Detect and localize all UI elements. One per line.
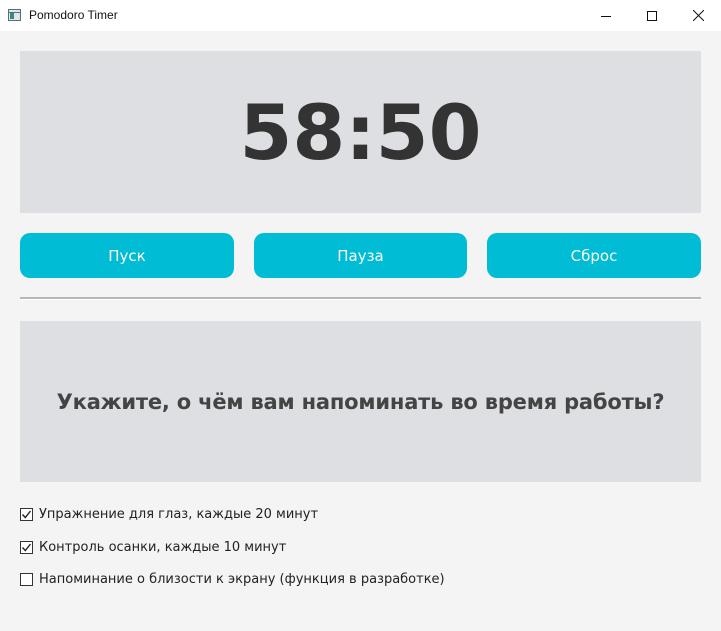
maximize-button[interactable]: [629, 0, 675, 31]
maximize-icon: [647, 10, 657, 21]
reminder-option-posture[interactable]: Контроль осанки, каждые 10 минут: [20, 538, 286, 556]
timer-display: 58:50: [239, 87, 482, 177]
reminder-heading: Укажите, о чём вам напоминать во время р…: [56, 389, 665, 414]
reminder-option-screen-distance[interactable]: Напоминание о близости к экрану (функция…: [20, 570, 445, 588]
divider: [20, 297, 701, 300]
title-bar: Pomodoro Timer: [0, 0, 721, 31]
window-title: Pomodoro Timer: [29, 8, 118, 22]
reminder-option-eye-exercise[interactable]: Упражнение для глаз, каждые 20 минут: [20, 505, 318, 523]
timer-panel: 58:50: [20, 51, 701, 213]
minimize-icon: [601, 15, 611, 17]
checkbox-screen-distance[interactable]: [20, 572, 33, 586]
start-button[interactable]: Пуск: [20, 233, 234, 278]
minimize-button[interactable]: [583, 0, 629, 31]
reset-button[interactable]: Сброс: [487, 233, 701, 278]
checkbox-posture[interactable]: [20, 540, 33, 554]
checkbox-label: Упражнение для глаз, каждые 20 минут: [39, 506, 319, 522]
checkbox-label: Контроль осанки, каждые 10 минут: [39, 539, 287, 555]
app-window-icon: [8, 9, 21, 21]
reminder-prompt-panel: Укажите, о чём вам напоминать во время р…: [20, 321, 701, 482]
close-button[interactable]: [675, 0, 721, 31]
checkmark-icon: [21, 510, 32, 519]
checkbox-eye-exercise[interactable]: [20, 507, 33, 521]
checkmark-icon: [21, 543, 32, 552]
pause-button[interactable]: Пауза: [254, 233, 467, 278]
close-icon: [692, 10, 704, 21]
checkbox-label: Напоминание о близости к экрану (функция…: [39, 571, 445, 587]
